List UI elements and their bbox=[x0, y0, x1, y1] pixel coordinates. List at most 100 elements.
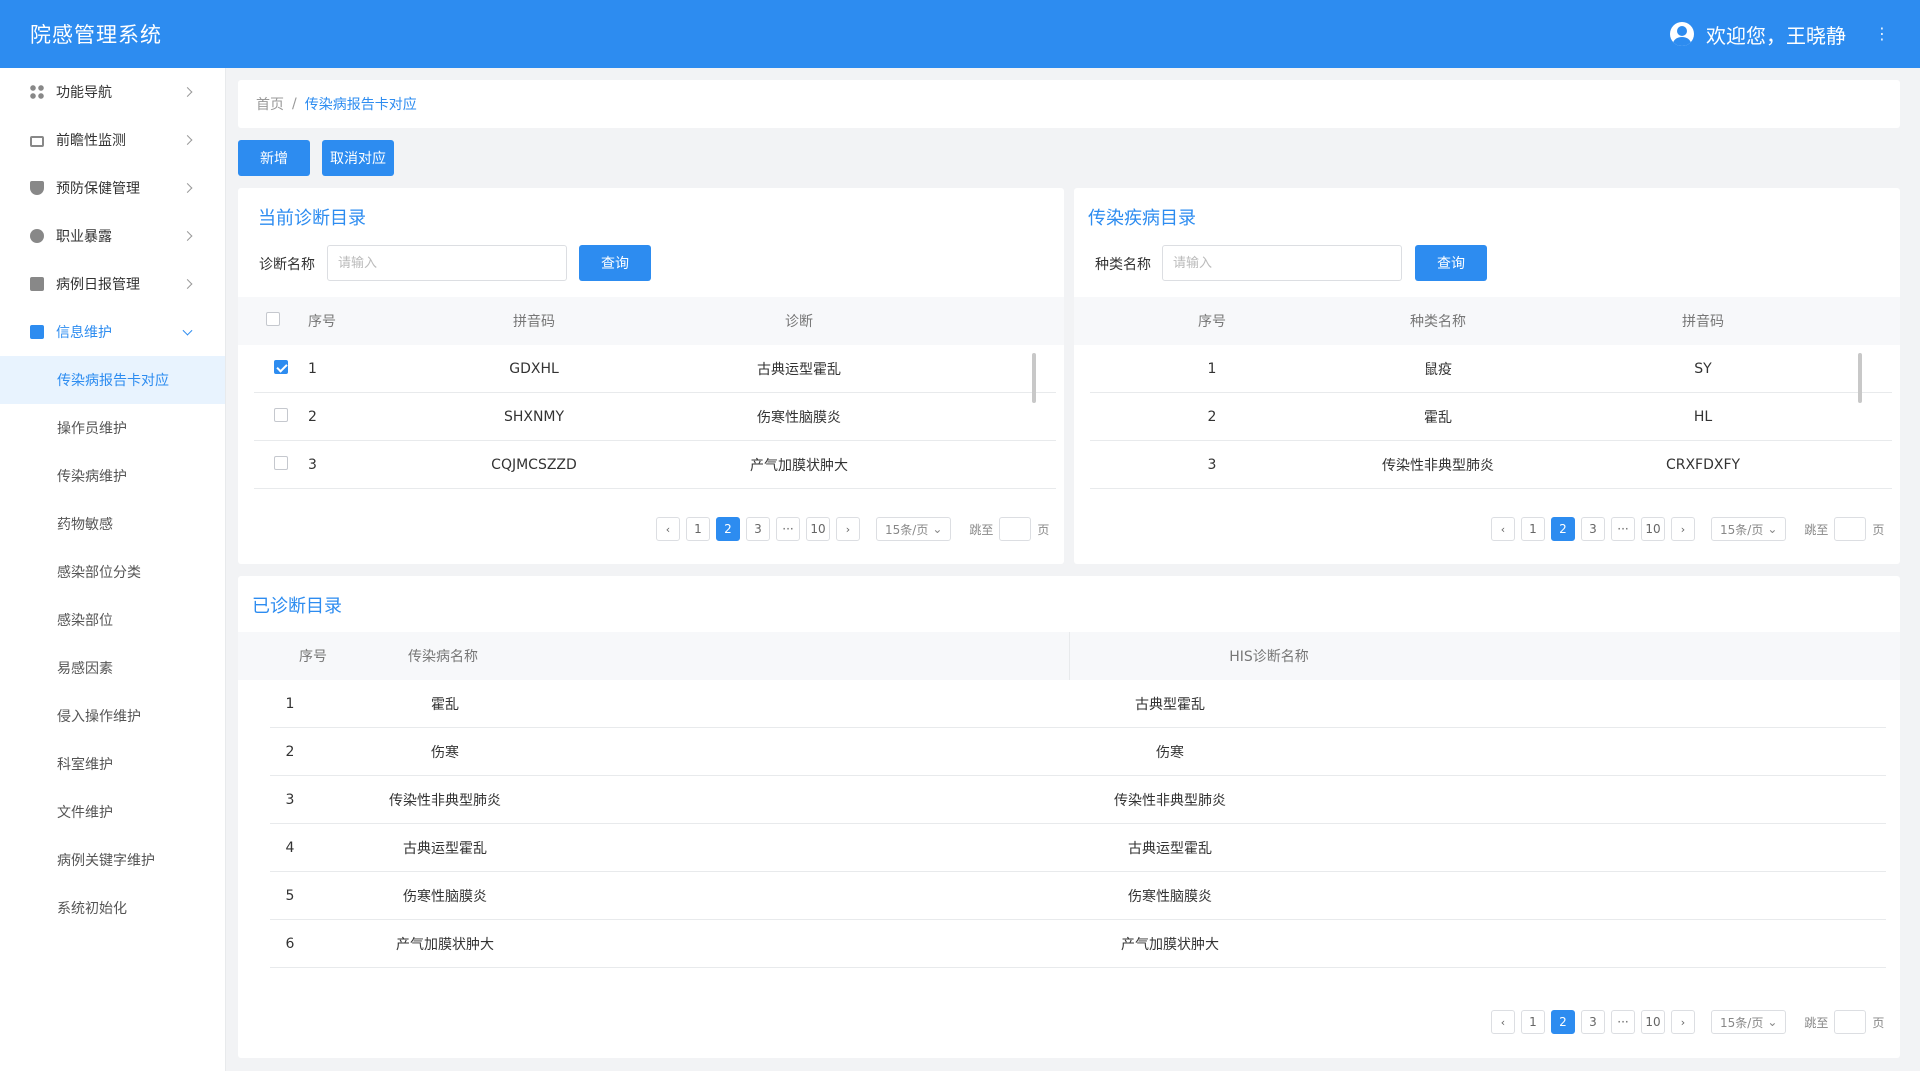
sidebar-item-label: 信息维护 bbox=[56, 325, 112, 341]
table-row[interactable]: 3 CQJMCSZZD 产气加膜状肿大 bbox=[254, 441, 1056, 489]
diagnosis-pagination: ‹ 1 2 3 ··· 10 › 15条/页 ⌄ 跳至 页 bbox=[656, 517, 1049, 541]
page-ellipsis[interactable]: ··· bbox=[1611, 517, 1635, 541]
disease-table-header: 序号 种类名称 拼音码 bbox=[1074, 297, 1900, 345]
sidebar-item-occupational-exposure[interactable]: 职业暴露 bbox=[0, 212, 225, 260]
sidebar-item-prospective-monitoring[interactable]: 前瞻性监测 bbox=[0, 116, 225, 164]
sidebar-item-preventive-care[interactable]: 预防保健管理 bbox=[0, 164, 225, 212]
shield-icon bbox=[30, 181, 44, 195]
chevron-right-icon bbox=[182, 183, 193, 193]
sidebar-subitem-infectious-disease[interactable]: 传染病维护 bbox=[0, 452, 225, 500]
more-vertical-icon[interactable]: ⋮ bbox=[1874, 26, 1890, 42]
table-row[interactable]: 1 鼠疫 SY bbox=[1090, 345, 1892, 393]
select-all-checkbox[interactable] bbox=[266, 312, 280, 326]
row-checkbox[interactable] bbox=[274, 359, 288, 374]
row-checkbox[interactable] bbox=[274, 455, 288, 470]
breadcrumb-home[interactable]: 首页 bbox=[256, 94, 284, 114]
jump-label: 跳至 bbox=[969, 522, 994, 537]
row-pinyin: GDXHL bbox=[509, 360, 559, 377]
page-2[interactable]: 2 bbox=[1551, 517, 1575, 541]
sidebar-subitem-system-init[interactable]: 系统初始化 bbox=[0, 884, 225, 932]
current-diagnosis-title: 当前诊断目录 bbox=[258, 208, 366, 229]
breadcrumb-separator: / bbox=[292, 96, 297, 112]
table-row[interactable]: 4 古典运型霍乱 古典运型霍乱 bbox=[270, 824, 1886, 872]
user-avatar-icon[interactable] bbox=[1670, 22, 1694, 46]
page-10[interactable]: 10 bbox=[1641, 1010, 1665, 1034]
jump-page-input[interactable] bbox=[1834, 1010, 1867, 1034]
page-10[interactable]: 10 bbox=[1641, 517, 1665, 541]
row-his-name: 伤寒 bbox=[1156, 744, 1184, 761]
page-ellipsis[interactable]: ··· bbox=[776, 517, 800, 541]
sidebar-item-label: 病例日报管理 bbox=[56, 277, 140, 293]
row-disease-name: 伤寒性脑膜炎 bbox=[403, 888, 487, 905]
prev-page-button[interactable]: ‹ bbox=[656, 517, 680, 541]
sidebar-subitem-report-card-mapping[interactable]: 传染病报告卡对应 bbox=[0, 356, 225, 404]
jump-page-input[interactable] bbox=[999, 517, 1032, 541]
page-ellipsis[interactable]: ··· bbox=[1611, 1010, 1635, 1034]
chevron-right-icon bbox=[182, 231, 193, 241]
table-row[interactable]: 6 产气加膜状肿大 产气加膜状肿大 bbox=[270, 920, 1886, 968]
table-row[interactable]: 1 GDXHL 古典运型霍乱 bbox=[254, 345, 1056, 393]
page-3[interactable]: 3 bbox=[746, 517, 770, 541]
row-category: 传染性非典型肺炎 bbox=[1382, 457, 1494, 474]
sidebar-subitem-file[interactable]: 文件维护 bbox=[0, 788, 225, 836]
document-icon bbox=[30, 277, 44, 291]
sidebar-subitem-invasive-op[interactable]: 侵入操作维护 bbox=[0, 692, 225, 740]
page-size-select[interactable]: 15条/页 ⌄ bbox=[1711, 517, 1787, 541]
sidebar-item-label: 前瞻性监测 bbox=[56, 133, 126, 149]
table-row[interactable]: 5 伤寒性脑膜炎 伤寒性脑膜炎 bbox=[270, 872, 1886, 920]
page-3[interactable]: 3 bbox=[1581, 1010, 1605, 1034]
diagnosis-table-scrollbar[interactable] bbox=[1032, 353, 1036, 403]
sidebar-subitem-department[interactable]: 科室维护 bbox=[0, 740, 225, 788]
next-page-button[interactable]: › bbox=[1671, 1010, 1695, 1034]
add-button[interactable]: 新增 bbox=[238, 140, 310, 176]
info-icon bbox=[30, 325, 44, 339]
sidebar-subitem-infection-site-category[interactable]: 感染部位分类 bbox=[0, 548, 225, 596]
table-row[interactable]: 1 霍乱 古典型霍乱 bbox=[270, 680, 1886, 728]
prev-page-button[interactable]: ‹ bbox=[1491, 1010, 1515, 1034]
page-unit-label: 页 bbox=[1872, 522, 1885, 537]
table-row[interactable]: 2 伤寒 伤寒 bbox=[270, 728, 1886, 776]
category-name-input[interactable] bbox=[1162, 245, 1402, 281]
page-2[interactable]: 2 bbox=[1551, 1010, 1575, 1034]
sidebar-subitem-susceptibility[interactable]: 易感因素 bbox=[0, 644, 225, 692]
page-size-value: 15条/页 bbox=[1720, 1015, 1764, 1030]
sidebar-subitem-drug-sensitivity[interactable]: 药物敏感 bbox=[0, 500, 225, 548]
disease-table-scrollbar[interactable] bbox=[1858, 353, 1862, 403]
row-no: 2 bbox=[285, 743, 295, 760]
row-disease-name: 产气加膜状肿大 bbox=[396, 936, 494, 953]
row-no: 3 bbox=[308, 456, 317, 473]
sidebar-subitem-operator[interactable]: 操作员维护 bbox=[0, 404, 225, 452]
next-page-button[interactable]: › bbox=[836, 517, 860, 541]
prev-page-button[interactable]: ‹ bbox=[1491, 517, 1515, 541]
diagnosis-name-input[interactable] bbox=[327, 245, 567, 281]
page-1[interactable]: 1 bbox=[686, 517, 710, 541]
table-row[interactable]: 2 SHXNMY 伤寒性脑膜炎 bbox=[254, 393, 1056, 441]
page-1[interactable]: 1 bbox=[1521, 517, 1545, 541]
row-no: 4 bbox=[285, 839, 295, 856]
sidebar-subitem-infection-site[interactable]: 感染部位 bbox=[0, 596, 225, 644]
row-checkbox[interactable] bbox=[274, 407, 288, 422]
row-no: 3 bbox=[1207, 456, 1217, 473]
category-query-button[interactable]: 查询 bbox=[1415, 245, 1487, 281]
page-size-select[interactable]: 15条/页 ⌄ bbox=[1711, 1010, 1787, 1034]
sidebar-subitem-case-keyword[interactable]: 病例关键字维护 bbox=[0, 836, 225, 884]
row-his-name: 产气加膜状肿大 bbox=[1121, 936, 1219, 953]
cancel-mapping-button[interactable]: 取消对应 bbox=[322, 140, 394, 176]
page-1[interactable]: 1 bbox=[1521, 1010, 1545, 1034]
sidebar-item-case-daily-report[interactable]: 病例日报管理 bbox=[0, 260, 225, 308]
page-size-select[interactable]: 15条/页 ⌄ bbox=[876, 517, 952, 541]
col-header-pinyin: 拼音码 bbox=[1682, 314, 1724, 330]
jump-page-input[interactable] bbox=[1834, 517, 1867, 541]
page-10[interactable]: 10 bbox=[806, 517, 830, 541]
sidebar-item-function-nav[interactable]: 功能导航 bbox=[0, 68, 225, 116]
sidebar-item-info-maintenance[interactable]: 信息维护 bbox=[0, 308, 225, 356]
page-3[interactable]: 3 bbox=[1581, 517, 1605, 541]
diagnosis-query-button[interactable]: 查询 bbox=[579, 245, 651, 281]
page-2[interactable]: 2 bbox=[716, 517, 740, 541]
table-row[interactable]: 3 传染性非典型肺炎 传染性非典型肺炎 bbox=[270, 776, 1886, 824]
table-row[interactable]: 3 传染性非典型肺炎 CRXFDXFY bbox=[1090, 441, 1892, 489]
table-row[interactable]: 2 霍乱 HL bbox=[1090, 393, 1892, 441]
next-page-button[interactable]: › bbox=[1671, 517, 1695, 541]
user-area[interactable]: 欢迎您，王晓静 ⋮ bbox=[1670, 20, 1890, 49]
monitor-icon bbox=[30, 135, 44, 147]
